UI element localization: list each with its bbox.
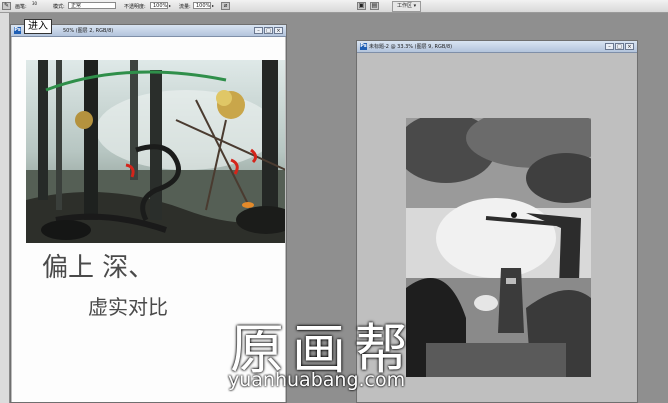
watermark-url: yuanhuabang.com (228, 369, 406, 391)
flow-arrow-icon[interactable]: ▸ (212, 3, 214, 8)
brush-label: 画笔: (15, 4, 27, 10)
tooltip: 进入 (24, 19, 52, 34)
flow-label: 流量: (179, 4, 191, 10)
mode-select[interactable]: 正常 (68, 2, 116, 9)
handwriting-note-2: 虚实对比 (88, 295, 168, 319)
minimize-icon[interactable]: – (254, 27, 263, 34)
ps-doc-icon: Ps (14, 27, 21, 34)
opacity-label: 不透明度: (124, 4, 146, 10)
handwriting-note-1: 偏上 深、 (42, 253, 155, 283)
flow-field[interactable]: 100% (193, 2, 211, 9)
brush-size[interactable]: 30 (32, 1, 37, 6)
mode-label: 模式: (53, 4, 65, 10)
forest-painting (26, 60, 285, 243)
ps-doc-icon: Ps (360, 43, 367, 50)
tools-panel-strip (0, 13, 10, 403)
left-window-title: 50% (图层 2, RGB/8) (63, 28, 114, 34)
palette-well-icon[interactable]: ▤ (370, 2, 379, 10)
close-icon[interactable]: × (625, 43, 634, 50)
options-bar: ✎ 画笔: 30 模式: 正常 不透明度: 100% ▸ 流量: 100% ▸ … (0, 0, 668, 13)
maximize-icon[interactable]: □ (615, 43, 624, 50)
left-window-titlebar[interactable]: Ps 50% (图层 2, RGB/8) – □ × (11, 25, 286, 37)
maximize-icon[interactable]: □ (264, 27, 273, 34)
airbrush-icon[interactable]: ⌀ (221, 2, 230, 10)
workspace-menu[interactable]: 工作区 ▾ (392, 1, 422, 12)
minimize-icon[interactable]: – (605, 43, 614, 50)
opacity-arrow-icon[interactable]: ▸ (169, 3, 171, 8)
brush-tool-icon[interactable]: ✎ (2, 2, 11, 10)
bridge-icon[interactable]: ▣ (357, 2, 366, 10)
right-window-titlebar[interactable]: Ps 未标题-2 @ 33.3% (图层 9, RGB/8) – □ × (357, 41, 637, 53)
opacity-field[interactable]: 100% (150, 2, 168, 9)
close-icon[interactable]: × (274, 27, 283, 34)
right-window-title: 未标题-2 @ 33.3% (图层 9, RGB/8) (369, 44, 453, 50)
grayscale-sketch (406, 118, 591, 377)
